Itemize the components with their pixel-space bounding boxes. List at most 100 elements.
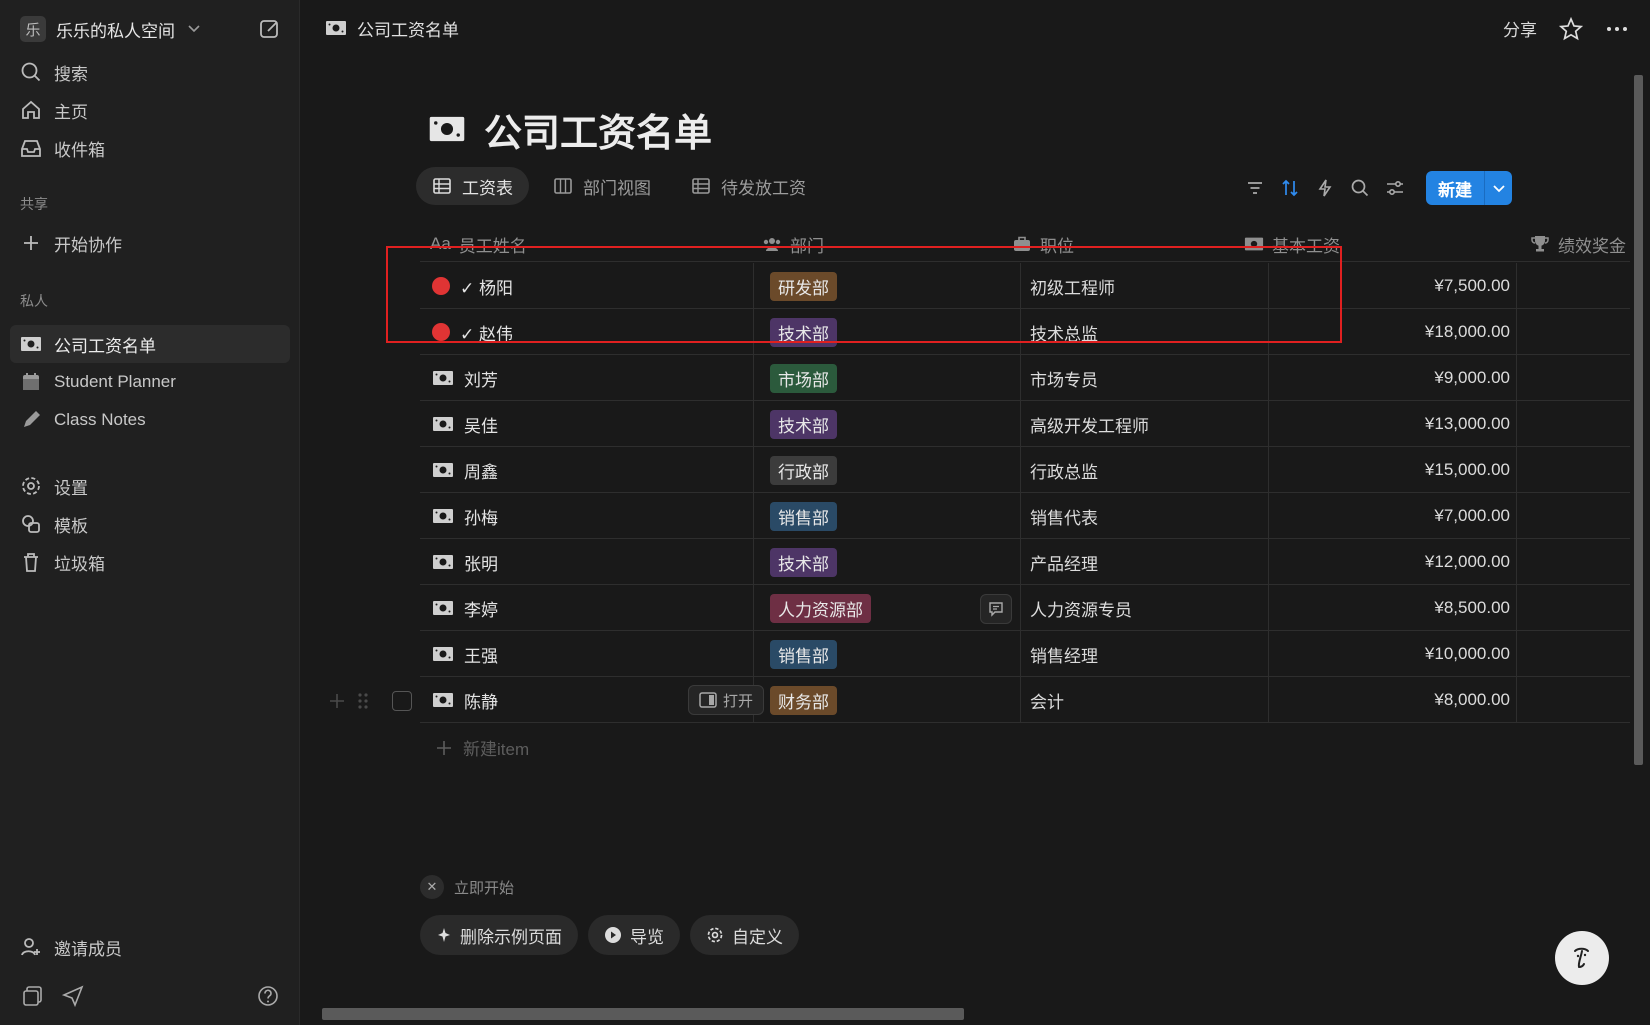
employee-name: 王强 [464,646,498,666]
cell-department[interactable]: 销售部 [770,631,837,677]
breadcrumb[interactable]: 公司工资名单 [325,16,459,40]
cell-department[interactable]: 财务部 [770,677,837,723]
workspace-avatar: 乐 [20,16,46,42]
column-divider [1516,493,1517,539]
cell-position[interactable]: 销售经理 [1030,631,1098,677]
automation-icon[interactable] [1315,178,1335,198]
column-divider [753,401,754,447]
cell-position[interactable]: 产品经理 [1030,539,1098,585]
cell-base-salary[interactable]: ¥8,000.00 [1250,677,1510,723]
column-header-bonus[interactable]: 绩效奖金 [1530,226,1626,262]
table-row[interactable]: 刘芳 市场部 市场专员 ¥9,000.00 [420,355,1630,401]
position-text: 会计 [1030,692,1064,712]
settings-sliders-icon[interactable] [1385,178,1405,198]
help-icon[interactable] [257,985,279,1007]
table-row[interactable]: 周鑫 行政部 行政总监 ¥15,000.00 [420,447,1630,493]
sidebar-item-student-planner[interactable]: Student Planner [20,367,176,397]
cell-base-salary[interactable]: ¥13,000.00 [1250,401,1510,447]
star-icon[interactable] [1559,16,1583,41]
table-row[interactable]: 王强 销售部 销售经理 ¥10,000.00 [420,631,1630,677]
plus-icon[interactable] [328,692,346,710]
table-row[interactable]: 陈静 财务部 会计 ¥8,000.00 打开 [420,677,1630,723]
share-button[interactable]: 分享 [1503,16,1537,41]
cell-employee-name[interactable]: 孙梅 [432,493,498,539]
sidebar-item-invite[interactable]: 邀请成员 [20,932,122,962]
cell-position[interactable]: 行政总监 [1030,447,1098,493]
cell-position[interactable]: 人力资源专员 [1030,585,1132,631]
cell-base-salary[interactable]: ¥8,500.00 [1250,585,1510,631]
cell-department[interactable]: 行政部 [770,447,837,493]
sidebar-item-search[interactable]: 搜索 [20,57,88,87]
comment-button[interactable] [980,594,1012,624]
cell-employee-name[interactable]: 陈静 [432,677,498,723]
tab-pending-salary[interactable]: 待发放工资 [675,167,822,205]
ai-assistant-button[interactable] [1555,931,1609,985]
cell-employee-name[interactable]: 刘芳 [432,355,498,401]
drag-handle-icon[interactable] [356,691,370,711]
tab-salary-table[interactable]: 工资表 [416,167,529,205]
tab-department-view[interactable]: 部门视图 [537,167,667,205]
cell-employee-name[interactable]: 王强 [432,631,498,677]
sidebar-item-trash[interactable]: 垃圾箱 [20,547,105,577]
send-icon[interactable] [62,985,84,1007]
horizontal-scrollbar[interactable] [302,1005,1632,1023]
pages-icon[interactable] [22,985,44,1007]
cell-department[interactable]: 技术部 [770,401,837,447]
banknote-icon [326,21,346,35]
table-row[interactable]: 吴佳 技术部 高级开发工程师 ¥13,000.00 [420,401,1630,447]
table-row[interactable]: 张明 技术部 产品经理 ¥12,000.00 [420,539,1630,585]
cell-department[interactable]: 技术部 [770,539,837,585]
new-item-button[interactable]: 新建item [435,735,529,760]
department-tag: 市场部 [770,363,837,393]
tour-button[interactable]: 导览 [588,915,680,955]
cell-base-salary[interactable]: ¥9,000.00 [1250,355,1510,401]
customize-button[interactable]: 自定义 [690,915,799,955]
tab-label: 工资表 [462,178,513,198]
vertical-scrollbar[interactable] [1631,60,1645,1010]
sidebar-item-start-collab[interactable]: 开始协作 [20,228,122,258]
cell-department[interactable]: 人力资源部 [770,585,871,631]
column-divider [1516,585,1517,631]
workspace-switcher[interactable]: 乐 乐乐的私人空间 [20,16,201,42]
cell-base-salary[interactable]: ¥10,000.00 [1250,631,1510,677]
cell-base-salary[interactable]: ¥15,000.00 [1250,447,1510,493]
delete-sample-pages-button[interactable]: 删除示例页面 [420,915,578,955]
cell-department[interactable]: 市场部 [770,355,837,401]
cell-employee-name[interactable]: 李婷 [432,585,498,631]
scrollbar-thumb[interactable] [1634,75,1643,765]
cell-employee-name[interactable]: 周鑫 [432,447,498,493]
column-divider [1516,263,1517,309]
cell-position[interactable]: 会计 [1030,677,1064,723]
table-row[interactable]: 李婷 人力资源部 人力资源专员 ¥8,500.00 [420,585,1630,631]
position-text: 人力资源专员 [1030,600,1132,620]
plus-icon [24,236,38,250]
row-checkbox[interactable] [392,691,412,711]
cell-employee-name[interactable]: 张明 [432,539,498,585]
sidebar-item-templates[interactable]: 模板 [20,509,88,539]
more-icon[interactable] [1605,17,1629,41]
open-row-button[interactable]: 打开 [688,685,765,715]
search-icon[interactable] [1350,178,1370,198]
table-row[interactable]: 孙梅 销售部 销售代表 ¥7,000.00 [420,493,1630,539]
filter-icon[interactable] [1245,178,1265,198]
sidebar-item-home[interactable]: 主页 [20,95,88,125]
cell-employee-name[interactable]: 吴佳 [432,401,498,447]
chevron-down-icon[interactable] [1484,171,1512,205]
cell-base-salary[interactable]: ¥12,000.00 [1250,539,1510,585]
cell-position[interactable]: 销售代表 [1030,493,1098,539]
new-record-button[interactable]: 新建 [1426,171,1512,205]
cell-position[interactable]: 市场专员 [1030,355,1098,401]
cell-position[interactable]: 高级开发工程师 [1030,401,1149,447]
sort-icon[interactable] [1280,178,1300,198]
sidebar-item-salary-list[interactable]: 公司工资名单 [20,329,156,359]
column-divider [1020,447,1021,493]
scrollbar-thumb[interactable] [322,1008,964,1020]
new-page-icon[interactable] [258,17,282,41]
cell-base-salary[interactable]: ¥7,000.00 [1250,493,1510,539]
sidebar-item-inbox[interactable]: 收件箱 [20,133,105,163]
close-icon[interactable]: ✕ [420,875,444,899]
section-label-private: 私人 [20,293,48,309]
sidebar-item-class-notes[interactable]: Class Notes [20,405,146,435]
sidebar-item-settings[interactable]: 设置 [20,471,88,501]
cell-department[interactable]: 销售部 [770,493,837,539]
